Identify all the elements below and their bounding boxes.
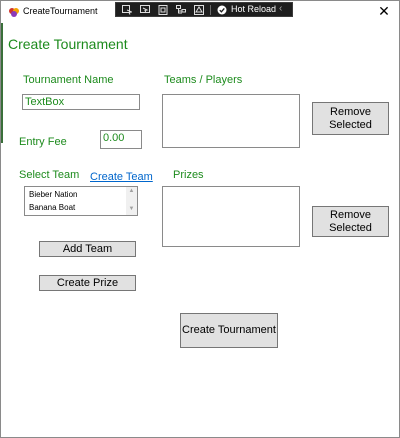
list-item[interactable]: Banana Boat	[29, 203, 75, 212]
create-prize-button[interactable]: Create Prize	[39, 275, 136, 291]
xaml-debug-toolbar: Hot Reload ‹	[115, 2, 293, 17]
remove-selected-players-button[interactable]: Remove Selected	[312, 102, 389, 135]
hot-reload-label[interactable]: Hot Reload	[231, 4, 276, 14]
track-focus-icon[interactable]	[158, 5, 168, 15]
select-team-label: Select Team	[19, 169, 80, 181]
create-tournament-window: CreateTournament Hot Reload ‹ ✕ Create T…	[0, 0, 400, 438]
create-team-link[interactable]: Create Team	[90, 171, 153, 183]
teams-players-listbox[interactable]	[162, 94, 300, 148]
toolbar-separator	[210, 5, 211, 15]
window-edge-decoration	[1, 23, 3, 143]
collapse-chevron-icon[interactable]: ‹	[279, 3, 282, 14]
app-icon	[9, 8, 19, 17]
teams-players-label: Teams / Players	[164, 74, 243, 86]
list-item[interactable]: Bieber Nation	[29, 190, 77, 199]
page-title: Create Tournament	[8, 36, 128, 52]
title-bar: CreateTournament Hot Reload ‹ ✕	[1, 1, 399, 23]
prizes-listbox[interactable]	[162, 186, 300, 247]
tournament-name-label: Tournament Name	[23, 74, 114, 86]
window-title: CreateTournament	[23, 6, 98, 16]
hot-reload-check-icon	[217, 5, 227, 15]
create-tournament-button[interactable]: Create Tournament	[180, 313, 278, 348]
select-team-list[interactable]: Bieber Nation Banana Boat ▲ ▼	[24, 186, 138, 216]
display-layout-adorners-icon[interactable]	[140, 5, 150, 15]
select-element-icon[interactable]	[122, 5, 132, 15]
tournament-name-input[interactable]: TextBox	[22, 94, 140, 110]
close-icon[interactable]: ✕	[373, 1, 395, 21]
scroll-down-icon[interactable]: ▼	[127, 206, 136, 212]
add-team-button[interactable]: Add Team	[39, 241, 136, 257]
live-visual-tree-icon[interactable]	[176, 5, 186, 15]
binding-failures-icon[interactable]	[194, 5, 204, 15]
prizes-label: Prizes	[173, 169, 204, 181]
scrollbar[interactable]: ▲ ▼	[126, 187, 137, 215]
entry-fee-label: Entry Fee	[19, 136, 67, 148]
remove-selected-prizes-button[interactable]: Remove Selected	[312, 206, 389, 237]
entry-fee-input[interactable]: 0.00	[100, 130, 142, 149]
scroll-up-icon[interactable]: ▲	[127, 188, 136, 194]
